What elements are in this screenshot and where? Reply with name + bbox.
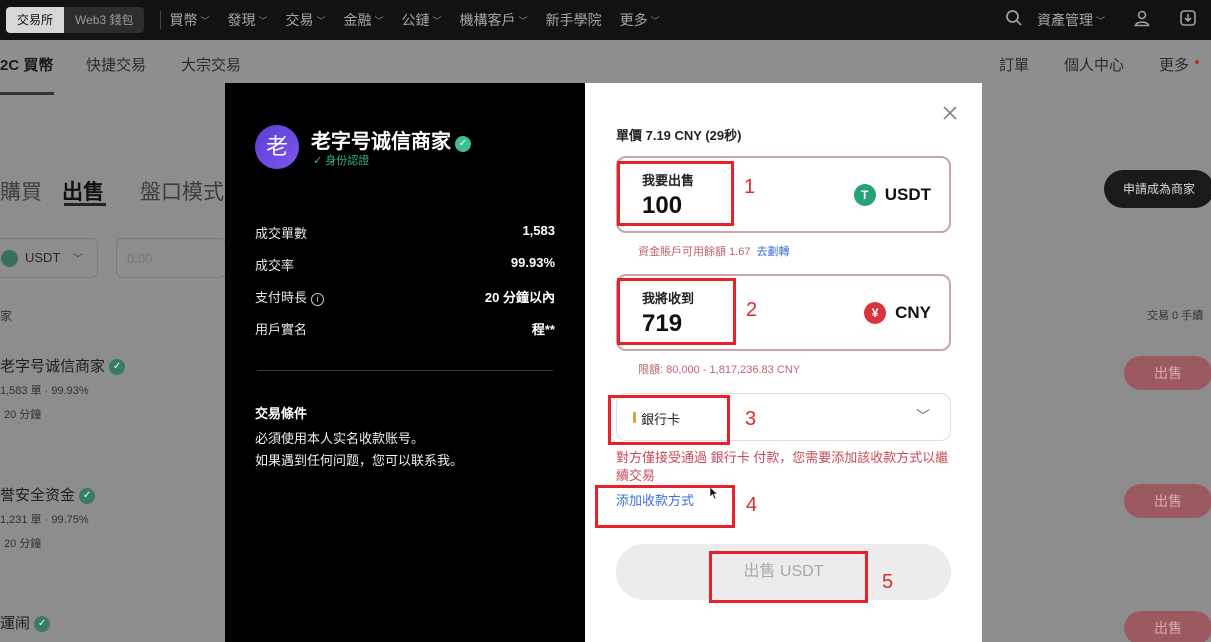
limit-hint: 限額: 80,000 - 1,817,236.83 CNY [638, 364, 801, 376]
annotation-box [617, 161, 734, 226]
annotation-number: 2 [746, 299, 758, 321]
mode-switch: 交易所 Web3 錢包 [6, 7, 145, 33]
merchant-row-time: 20 分鐘 [4, 409, 42, 421]
column-header-merchant: 家 [0, 309, 13, 323]
verified-icon: ✓ [109, 359, 126, 375]
merchant-row-name[interactable]: 誉安全资金 ✓ [0, 484, 96, 505]
nav-discover[interactable]: 發現 ﹀ [228, 10, 268, 30]
top-navbar: 交易所 Web3 錢包 買幣 ﹀ 發現 ﹀ 交易 ﹀ 金融 ﹀ 公鏈 ﹀ 機構客戶 ﹀ 新手… [0, 0, 1211, 40]
nav-academy[interactable]: 新手學院 [546, 10, 602, 30]
stat-completion-rate: 成交率 99.93% [255, 255, 555, 273]
usdt-icon: T [853, 184, 876, 206]
unit-price: 單價 7.19 CNY (29秒) [616, 128, 742, 143]
top-right-actions: 資產管理 ﹀ [991, 0, 1211, 40]
chevron-down-icon: ﹀ [73, 254, 83, 265]
merchant-info-panel: 老 老字号诚信商家 ✓ ✓ 身份認證 成交單數 1,583 成交率 99.93% 支付… [225, 83, 585, 642]
chevron-down-icon: ﹀ [650, 15, 660, 26]
payment-warning: 對方僅接受通過 銀行卡 付款，您需要添加該收款方式以繼續交易 [616, 450, 949, 483]
stat-real-name: 用戶實名 程** [255, 322, 555, 337]
verified-icon: ✓ [79, 488, 96, 504]
trade-terms-line: 必須使用本人实名收款账号。 [255, 431, 425, 446]
nav-chain[interactable]: 公鏈 ﹀ [402, 10, 442, 30]
annotation-box [709, 551, 868, 603]
check-icon: ✓ [313, 155, 326, 167]
become-merchant-button[interactable]: 申請成為商家 [1104, 170, 1211, 208]
transfer-link[interactable]: 去劃轉 [756, 246, 789, 258]
chevron-down-icon: ﹀ [1095, 15, 1105, 26]
tab-p2p-buy[interactable]: 2C 買幣 [0, 40, 53, 92]
nav-trade[interactable]: 交易 ﹀ [286, 10, 326, 30]
verified-icon: ✓ [455, 136, 471, 152]
annotation-box [595, 485, 735, 528]
identity-verified-label: ✓ 身份認證 [313, 155, 370, 167]
verified-icon: ✓ [34, 616, 51, 632]
chevron-down-icon: ﹀ [200, 15, 210, 26]
download-icon[interactable] [1179, 9, 1197, 32]
stat-payment-time: 支付時長 i 20 分鐘以內 [255, 290, 555, 306]
annotation-number: 4 [746, 494, 758, 516]
chevron-down-icon: ﹀ [258, 15, 268, 26]
usdt-icon [1, 250, 18, 267]
notification-dot [1195, 60, 1199, 64]
more-link[interactable]: 更多 [1159, 40, 1189, 92]
user-icon[interactable] [1133, 9, 1151, 32]
annotation-number: 5 [882, 571, 894, 593]
stat-orders: 成交單數 1,583 [255, 223, 555, 241]
sell-button[interactable]: 出售 [1124, 356, 1211, 390]
tab-quick-trade[interactable]: 快捷交易 [86, 40, 146, 92]
close-icon[interactable] [942, 101, 958, 127]
orders-link[interactable]: 訂單 [999, 40, 1029, 92]
sell-coin: T USDT [853, 184, 931, 206]
annotation-box [608, 395, 730, 445]
tab-orderbook-mode[interactable]: 盤口模式 [140, 176, 224, 206]
receive-coin: ¥ CNY [864, 302, 931, 324]
nav-divider [160, 11, 162, 29]
exchange-tab[interactable]: 交易所 [6, 7, 65, 33]
web3-wallet-tab[interactable]: Web3 錢包 [64, 7, 145, 33]
merchant-row-stats: 1,231 單 · 99.75% [0, 514, 89, 526]
sell-button[interactable]: 出售 [1124, 484, 1211, 518]
chevron-down-icon: ﹀ [374, 15, 384, 26]
active-tab-underline [0, 92, 54, 95]
chevron-down-icon: ﹀ [316, 15, 326, 26]
chevron-down-icon: ﹀ [432, 15, 442, 26]
coin-select[interactable]: USDT ﹀ [0, 238, 98, 278]
annotation-number: 1 [744, 176, 756, 198]
trade-terms-title: 交易條件 [255, 406, 308, 421]
chevron-down-icon: ﹀ [916, 408, 930, 424]
nav-institutional[interactable]: 機構客戶 ﹀ [460, 10, 528, 30]
merchant-row-stats: 1,583 單 · 99.93% [0, 385, 89, 397]
tab-sell[interactable]: 出售 [62, 176, 104, 206]
divider [257, 370, 553, 371]
merchant-name: 老字号诚信商家 ✓ [311, 125, 471, 154]
sell-tab-underline [64, 203, 106, 206]
merchant-row-time: 20 分鐘 [4, 538, 42, 550]
nav-more[interactable]: 更多 ﹀ [620, 10, 660, 30]
info-icon[interactable]: i [311, 293, 325, 306]
profile-center-link[interactable]: 個人中心 [1064, 40, 1124, 92]
annotation-box [617, 278, 736, 345]
merchant-row-name[interactable]: 老字号诚信商家 ✓ [0, 355, 126, 376]
cny-icon: ¥ [864, 302, 887, 324]
nav-finance[interactable]: 金融 ﹀ [344, 10, 384, 30]
annotation-number: 3 [745, 408, 757, 430]
sell-button[interactable]: 出售 [1124, 611, 1211, 642]
column-header-fee: 交易 0 手續 [1147, 310, 1204, 322]
nav-buy-crypto[interactable]: 買幣 ﹀ [169, 10, 209, 30]
chevron-down-icon: ﹀ [518, 15, 528, 26]
asset-management-menu[interactable]: 資產管理 ﹀ [1037, 10, 1105, 30]
amount-input[interactable]: 0.00 [116, 238, 226, 278]
search-icon[interactable] [1005, 9, 1023, 32]
balance-hint: 資金賬戶可用餘額 1.67 去劃轉 [638, 246, 790, 258]
trade-terms-line: 如果遇到任何问题，您可以联系我。 [255, 453, 464, 468]
tab-buy[interactable]: 購買 [0, 176, 42, 206]
merchant-row-name[interactable]: 運闹 ✓ [0, 612, 51, 633]
avatar: 老 [255, 125, 299, 169]
